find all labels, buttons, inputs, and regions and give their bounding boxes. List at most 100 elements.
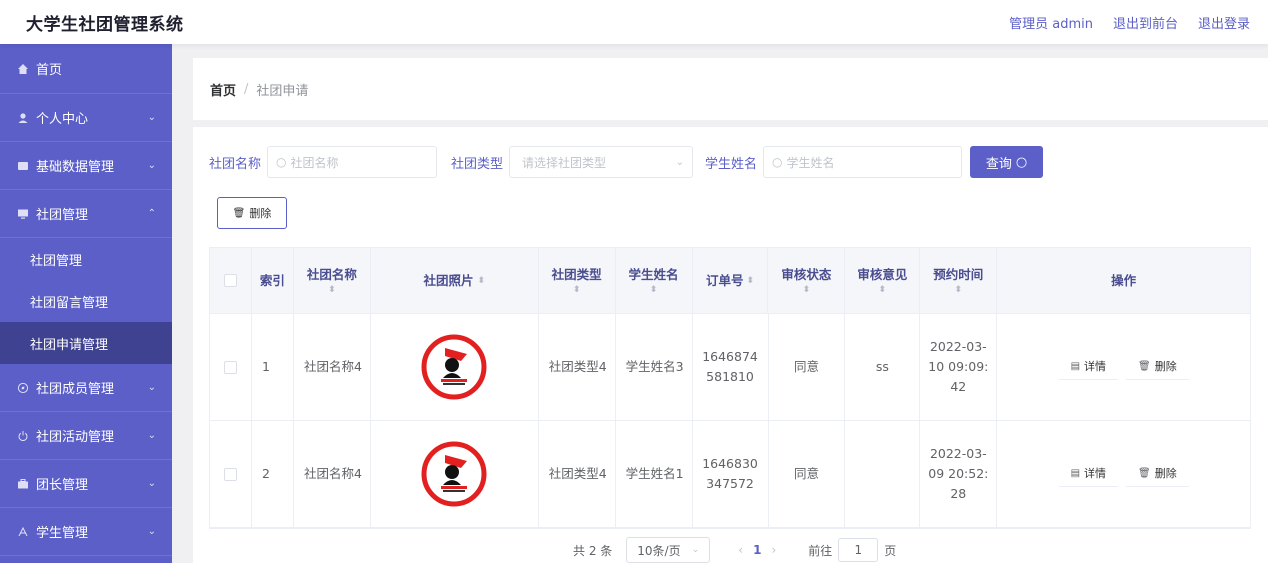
sort-icon[interactable]: ⬍ <box>650 284 658 296</box>
sort-icon[interactable]: ⬍ <box>328 284 336 296</box>
chevron-down-icon: ⌄ <box>147 160 156 171</box>
header-student-label: 学生姓名 <box>628 266 679 282</box>
batch-delete-label: 删除 <box>249 207 272 220</box>
club-name-input[interactable]: ○ 社团名称 <box>267 146 438 178</box>
data-icon <box>16 159 30 173</box>
sidebar-item-label: 个人中心 <box>36 112 89 127</box>
sort-icon[interactable]: ⬍ <box>803 284 811 296</box>
header-type[interactable]: 社团类型 ⬍ <box>539 248 616 313</box>
cell-ops: ▤ 详情 🗑 删除 <box>997 421 1250 527</box>
page-number[interactable]: 1 <box>753 543 761 557</box>
sidebar-subitem-club-apply[interactable]: 社团申请管理 <box>0 322 172 364</box>
next-page-button[interactable]: › <box>771 543 776 557</box>
chevron-down-icon: ⌄ <box>147 430 156 441</box>
detail-button[interactable]: ▤ 详情 <box>1058 354 1119 380</box>
chevron-down-icon: ⌄ <box>147 382 156 393</box>
sidebar-item-activities[interactable]: 社团活动管理 ⌄ <box>0 412 172 460</box>
monitor-icon <box>16 207 30 221</box>
logout-link[interactable]: 退出登录 <box>1198 13 1250 32</box>
header-time[interactable]: 预约时间 ⬍ <box>920 248 998 313</box>
page-size-select[interactable]: 10条/页 ⌄ <box>626 537 711 563</box>
sidebar-item-club[interactable]: 社团管理 ⌃ <box>0 190 172 238</box>
header-ops: 操作 <box>997 248 1250 313</box>
cell-photo <box>371 314 539 420</box>
exit-to-front-link[interactable]: 退出到前台 <box>1113 13 1178 32</box>
header-status[interactable]: 审核状态 ⬍ <box>768 248 846 313</box>
header-opinion-label: 审核意见 <box>857 266 908 282</box>
compass-icon <box>16 381 30 395</box>
header-index-label: 索引 <box>259 272 285 288</box>
apply-table: 索引 社团名称 ⬍ 社团照片 ⬍ 社团类型 ⬍ 学生姓名 ⬍ 订单号 ⬍ 审核状态 ⬍ 审核… <box>209 247 1251 529</box>
cell-opinion <box>845 421 921 527</box>
admin-user-link[interactable]: 管理员 admin <box>1009 13 1093 32</box>
cell-order: 1646830347572 <box>693 421 769 527</box>
sort-icon[interactable]: ⬍ <box>746 275 754 287</box>
student-name-label: 学生姓名 <box>705 156 758 172</box>
header-photo[interactable]: 社团照片 ⬍ <box>371 248 539 313</box>
header-ops-label: 操作 <box>1111 272 1137 288</box>
sidebar-item-label: 社团管理 <box>36 208 89 223</box>
club-name-label: 社团名称 <box>209 156 262 172</box>
sidebar-item-label: 首页 <box>36 63 63 78</box>
search-icon: ○ <box>772 155 783 169</box>
detail-label: 详情 <box>1084 466 1107 480</box>
query-button[interactable]: 查询 ○ <box>970 146 1044 178</box>
header-type-label: 社团类型 <box>551 266 602 282</box>
chevron-down-icon: ⌄ <box>675 156 685 168</box>
detail-label: 详情 <box>1084 359 1107 373</box>
breadcrumb: 首页 / 社团申请 <box>193 58 1268 120</box>
sort-icon[interactable]: ⬍ <box>879 284 887 296</box>
breadcrumb-current: 社团申请 <box>256 83 309 99</box>
row-checkbox[interactable] <box>223 360 237 374</box>
detail-button[interactable]: ▤ 详情 <box>1058 461 1119 487</box>
sidebar-item-members[interactable]: 社团成员管理 ⌄ <box>0 364 172 412</box>
briefcase-icon <box>16 477 30 491</box>
cell-type: 社团类型4 <box>539 421 616 527</box>
header-student[interactable]: 学生姓名 ⬍ <box>616 248 693 313</box>
cell-name: 社团名称4 <box>294 421 371 527</box>
prev-page-button[interactable]: ‹ <box>738 543 743 557</box>
trash-icon: 🗑 <box>1138 360 1151 372</box>
delete-button[interactable]: 🗑 删除 <box>1126 461 1189 487</box>
breadcrumb-home[interactable]: 首页 <box>210 80 236 99</box>
row-checkbox[interactable] <box>223 467 237 481</box>
select-all-cell <box>210 248 252 313</box>
header-opinion[interactable]: 审核意见 ⬍ <box>845 248 921 313</box>
sidebar-item-personal[interactable]: 个人中心 ⌄ <box>0 94 172 142</box>
batch-delete-button[interactable]: 🗑 删除 <box>217 197 287 229</box>
cell-time: 2022-03-10 09:09:42 <box>920 314 998 420</box>
header-order[interactable]: 订单号 ⬍ <box>693 248 769 313</box>
cell-time: 2022-03-09 20:52:28 <box>920 421 998 527</box>
delete-button[interactable]: 🗑 删除 <box>1126 354 1189 380</box>
row-select-cell <box>210 314 252 420</box>
search-icon: ○ <box>276 155 287 169</box>
user-icon <box>16 111 30 125</box>
search-bar: 社团名称 ○ 社团名称 社团类型 请选择社团类型 ⌄ 学生姓名 ○ 学生姓名 查… <box>209 146 1044 178</box>
header-name[interactable]: 社团名称 ⬍ <box>294 248 371 313</box>
chevron-down-icon: ⌄ <box>147 478 156 489</box>
club-name-placeholder: 社团名称 <box>290 155 339 170</box>
student-name-input[interactable]: ○ 学生姓名 <box>763 146 963 178</box>
sidebar-item-home[interactable]: 首页 <box>0 44 172 94</box>
query-button-label: 查询 <box>985 156 1012 172</box>
club-type-select[interactable]: 请选择社团类型 ⌄ <box>509 146 694 178</box>
student-name-placeholder: 学生姓名 <box>786 155 835 170</box>
sort-icon[interactable]: ⬍ <box>477 275 485 287</box>
cell-type: 社团类型4 <box>539 314 616 420</box>
sidebar-item-students[interactable]: 学生管理 ⌄ <box>0 508 172 556</box>
header-status-label: 审核状态 <box>781 266 832 282</box>
sidebar-subitem-club-message[interactable]: 社团留言管理 <box>0 280 172 322</box>
club-photo[interactable] <box>421 441 487 507</box>
cell-index: 2 <box>252 421 294 527</box>
cell-index: 1 <box>252 314 294 420</box>
sidebar-item-leaders[interactable]: 团长管理 ⌄ <box>0 460 172 508</box>
select-all-checkbox[interactable] <box>223 274 237 287</box>
club-photo[interactable] <box>421 334 487 400</box>
goto-page-input[interactable]: 1 <box>838 538 879 562</box>
goto-label: 前往 <box>808 543 833 558</box>
table-row: 2 社团名称4 社团类型4 学生姓名1 1646830347572 同意 202… <box>210 421 1250 528</box>
sort-icon[interactable]: ⬍ <box>954 284 962 296</box>
sidebar-subitem-club-manage[interactable]: 社团管理 <box>0 238 172 280</box>
sort-icon[interactable]: ⬍ <box>573 284 581 296</box>
sidebar-item-base-data[interactable]: 基础数据管理 ⌄ <box>0 142 172 190</box>
